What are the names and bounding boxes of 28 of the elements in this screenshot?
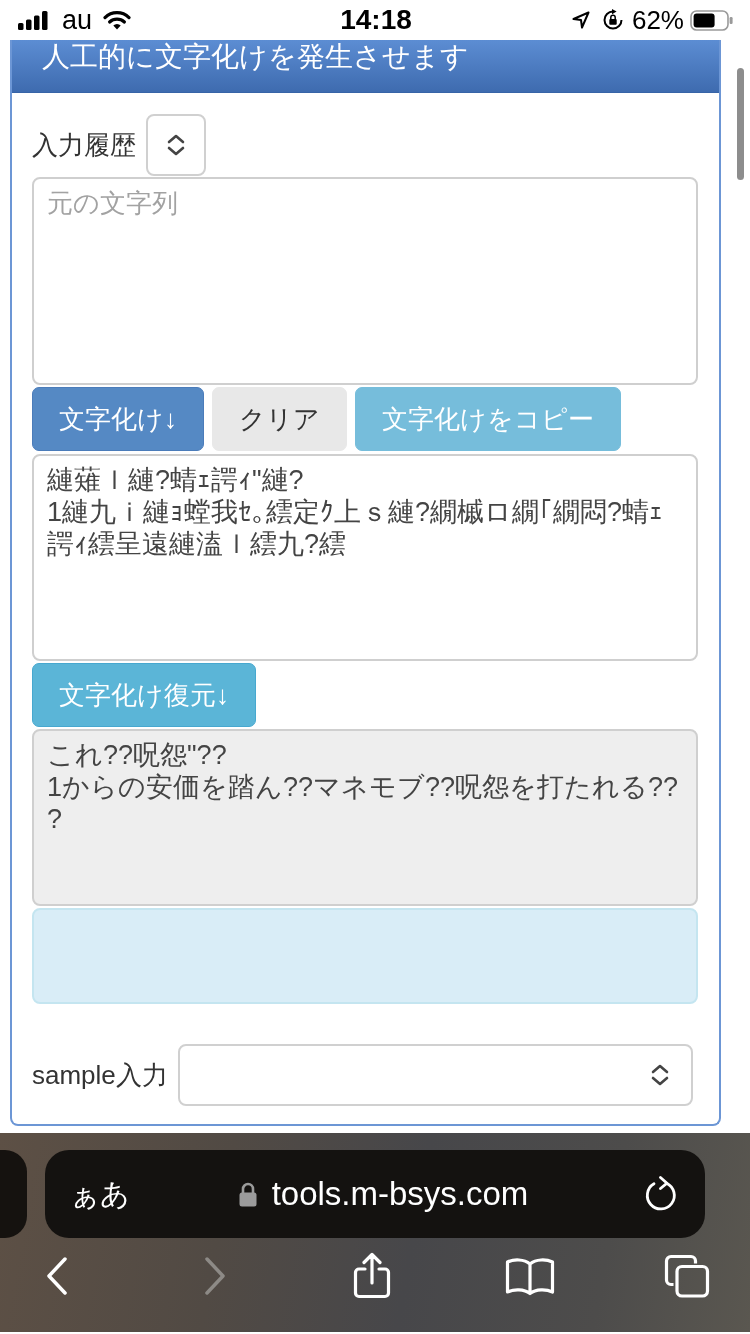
page-settings-button[interactable]: ぁあ — [70, 1177, 130, 1211]
history-select[interactable] — [146, 114, 206, 176]
wifi-icon — [103, 10, 132, 30]
url-text[interactable]: tools.m-bsys.com — [271, 1175, 529, 1213]
address-bar[interactable]: ぁあ tools.m-bsys.com — [45, 1150, 705, 1238]
battery-icon — [690, 9, 734, 31]
status-time: 14:18 — [340, 5, 412, 35]
overlapping-squares-icon[interactable] — [664, 1254, 710, 1298]
open-book-icon[interactable] — [504, 1256, 555, 1296]
up-down-chevron-icon — [167, 134, 185, 156]
carrier-name: au — [62, 5, 93, 35]
up-down-chevron-icon — [650, 1064, 669, 1086]
garbled-text-field[interactable]: 縺薙ｌ縺?蜻ｪ諤ｨ"縺? 1縺九ｉ縺ｮ螳我ｾ｡繧定ｸ上ｓ縺?繝槭ロ繝｢繝悶?蜻ｪ諤ｨ繧呈遠縺溘ｌ繧九?繧 — [32, 454, 698, 661]
panel-title: 人工的に文字化けを発生させます — [12, 40, 719, 93]
clear-button[interactable]: クリア — [212, 387, 347, 451]
source-text-field[interactable]: 元の文字列 — [32, 177, 698, 385]
rotation-lock-icon — [601, 9, 624, 31]
battery-percent: 62% — [631, 5, 684, 35]
circular-arrow-icon[interactable] — [645, 1176, 678, 1212]
history-label: 入力履歴 — [32, 129, 136, 161]
padlock-icon — [238, 1181, 257, 1207]
signal-bars-icon — [18, 10, 48, 30]
restored-text-field[interactable]: これ??呪怨"?? 1からの安価を踏ん??マネモブ??呪怨を打たれる??? — [32, 729, 698, 906]
share-icon[interactable] — [352, 1252, 392, 1300]
location-arrow-icon — [571, 11, 590, 29]
sample-label: sample入力 — [32, 1059, 168, 1091]
garble-button[interactable]: 文字化け↓ — [32, 387, 204, 451]
chevron-left-icon[interactable] — [45, 1256, 69, 1296]
